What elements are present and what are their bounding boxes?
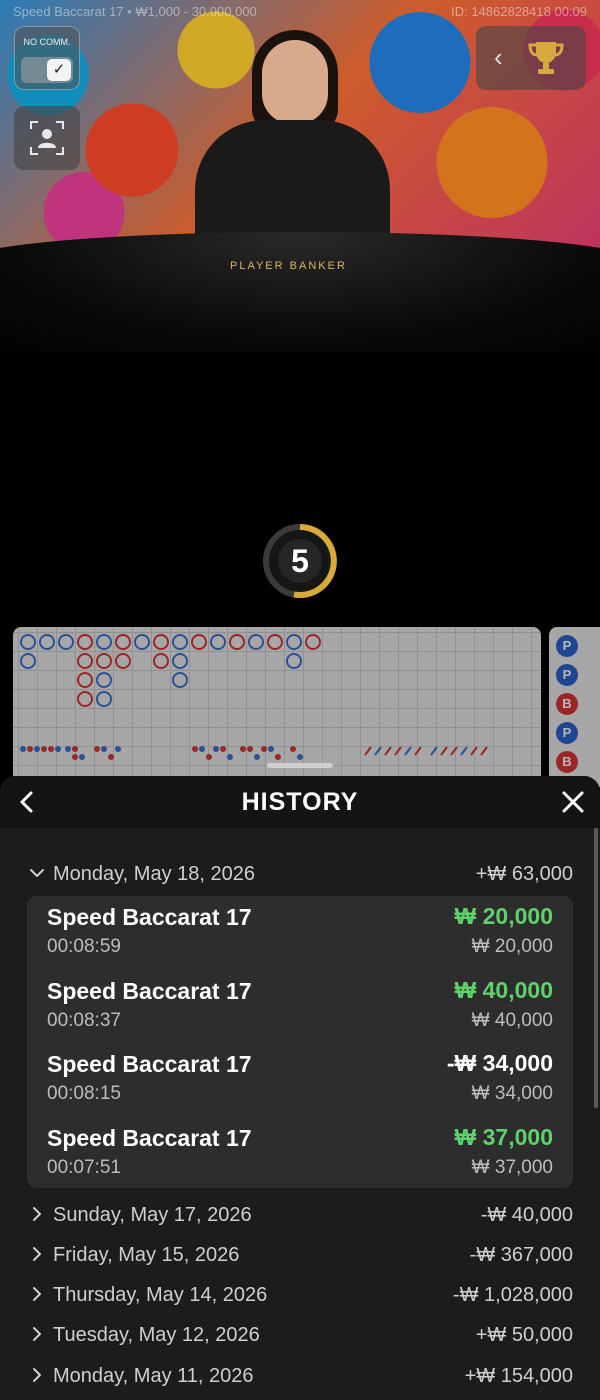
bet-time: 00:07:51 — [47, 1157, 121, 1178]
bead-road-side[interactable]: P P B P B — [549, 627, 600, 787]
day-group-header[interactable]: Friday, May 15, 2026 -₩ 367,000 — [0, 1235, 600, 1275]
checkmark-icon: ✓ — [47, 59, 71, 81]
game-table — [0, 232, 600, 352]
toggle-track[interactable]: ✓ — [21, 57, 73, 83]
bet-game-name: Speed Baccarat 17 — [47, 1125, 252, 1151]
chevron-right-icon — [33, 1207, 41, 1221]
drag-handle[interactable] — [267, 763, 333, 768]
bet-game-name: Speed Baccarat 17 — [47, 978, 252, 1004]
bet-game-name: Speed Baccarat 17 — [47, 1051, 252, 1077]
day-date: Sunday, May 17, 2026 — [53, 1204, 252, 1226]
no-commission-toggle[interactable]: NO COMM. ✓ — [14, 26, 80, 90]
bet-time: 00:08:59 — [47, 936, 121, 957]
chevron-left-icon: ‹ — [494, 42, 503, 72]
banker-badge: B — [556, 693, 578, 715]
countdown-seconds: 5 — [291, 543, 309, 579]
day-group-header[interactable]: Sunday, May 17, 2026 -₩ 40,000 — [0, 1195, 600, 1235]
trophy-icon — [528, 42, 564, 74]
day-total: +₩ 63,000 — [475, 863, 573, 885]
day-total: +₩ 154,000 — [464, 1365, 573, 1387]
history-title: HISTORY — [241, 788, 359, 816]
day-group-header[interactable]: Monday, May 11, 2026 +₩ 154,000 — [0, 1356, 600, 1396]
day-total: +₩ 50,000 — [475, 1324, 573, 1346]
day-date: Tuesday, May 12, 2026 — [53, 1324, 260, 1346]
bet-row[interactable]: Speed Baccarat 17 00:08:15 -₩ 34,000 ₩ 3… — [27, 1043, 573, 1116]
no-commission-label: NO COMM. — [23, 37, 71, 47]
bet-result: ₩ 37,000 — [454, 1124, 553, 1150]
day-total: -₩ 367,000 — [469, 1244, 573, 1266]
day-group-header[interactable]: Tuesday, May 12, 2026 +₩ 50,000 — [0, 1315, 600, 1355]
day-date: Friday, May 15, 2026 — [53, 1244, 240, 1266]
bet-countdown-timer: 5 — [260, 521, 340, 601]
bet-row[interactable]: Speed Baccarat 17 00:08:59 ₩ 20,000 ₩ 20… — [27, 896, 573, 969]
chevron-right-icon — [33, 1327, 41, 1341]
bet-time: 00:08:15 — [47, 1083, 121, 1104]
bet-stake: ₩ 34,000 — [471, 1083, 553, 1104]
bet-list: Speed Baccarat 17 00:08:59 ₩ 20,000 ₩ 20… — [27, 896, 573, 1188]
dealer-face — [262, 40, 328, 124]
session-id: ID: 14862828418 00:09 — [451, 4, 587, 19]
video-view-button[interactable] — [14, 106, 80, 170]
chevron-right-icon — [33, 1287, 41, 1301]
day-date: Monday, May 11, 2026 — [53, 1365, 254, 1387]
bet-stake: ₩ 40,000 — [471, 1010, 553, 1031]
bet-row[interactable]: Speed Baccarat 17 00:08:37 ₩ 40,000 ₩ 40… — [27, 970, 573, 1043]
day-group-header[interactable]: Monday, May 18, 2026 +₩ 63,000 — [0, 854, 600, 894]
player-badge: P — [556, 664, 578, 686]
bet-result: ₩ 40,000 — [454, 977, 553, 1003]
day-total: -₩ 1,028,000 — [452, 1284, 573, 1306]
table-limits: Speed Baccarat 17 • ₩1,000 - 30,000,000 — [13, 4, 257, 19]
history-panel: HISTORY Monday, May 18, 2026 +₩ 63,000 S… — [0, 776, 600, 1400]
bet-row[interactable]: Speed Baccarat 17 00:07:51 ₩ 37,000 ₩ 37… — [27, 1117, 573, 1190]
day-date: Monday, May 18, 2026 — [53, 863, 255, 885]
bet-result: ₩ 20,000 — [454, 903, 553, 929]
bet-game-name: Speed Baccarat 17 — [47, 904, 252, 930]
banker-badge: B — [556, 751, 578, 773]
chevron-right-icon — [33, 1368, 41, 1382]
history-header: HISTORY — [0, 776, 600, 828]
dealer-figure — [195, 120, 390, 250]
day-total: -₩ 40,000 — [480, 1204, 573, 1226]
day-date: Thursday, May 14, 2026 — [53, 1284, 268, 1306]
chevron-down-icon — [30, 869, 44, 877]
winners-button[interactable]: ‹ — [476, 26, 586, 90]
bet-result: -₩ 34,000 — [446, 1050, 553, 1076]
bet-stake: ₩ 20,000 — [471, 936, 553, 957]
close-icon[interactable] — [560, 789, 586, 815]
bet-time: 00:08:37 — [47, 1010, 121, 1031]
bet-stake: ₩ 37,000 — [471, 1157, 553, 1178]
person-frame-icon — [30, 121, 64, 155]
day-group-header[interactable]: Thursday, May 14, 2026 -₩ 1,028,000 — [0, 1275, 600, 1315]
player-badge: P — [556, 635, 578, 657]
player-badge: P — [556, 722, 578, 744]
table-label: PLAYER BANKER — [230, 260, 347, 272]
chevron-right-icon — [33, 1247, 41, 1261]
